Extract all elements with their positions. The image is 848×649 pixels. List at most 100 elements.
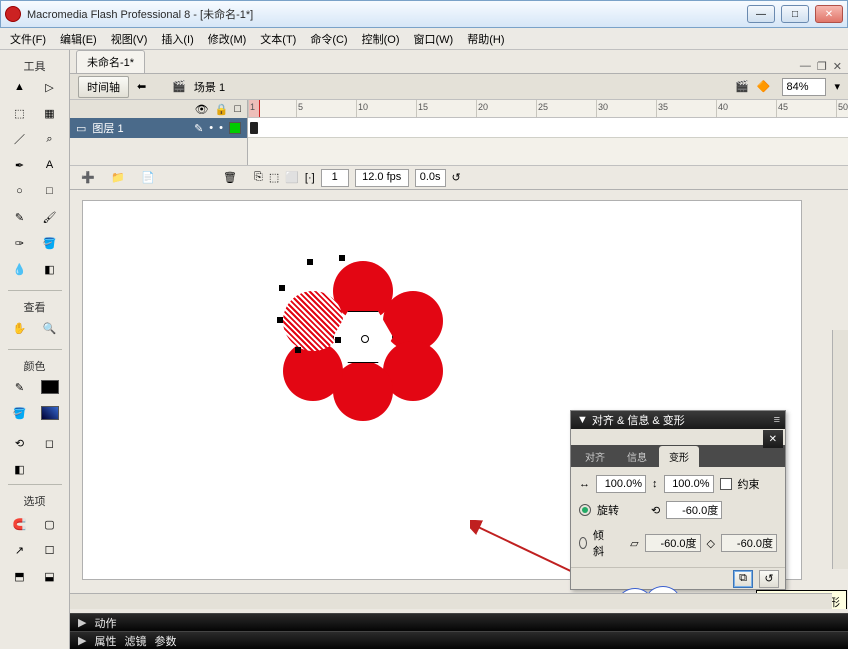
menu-modify[interactable]: 修改(M) [202, 29, 253, 49]
skew-radio[interactable] [579, 537, 587, 549]
rotate-input[interactable] [666, 501, 722, 519]
panel-titlebar[interactable]: ▼ 对齐 & 信息 & 变形 ≡ [571, 411, 785, 429]
text-tool[interactable]: A [38, 154, 62, 176]
opt-2[interactable]: ▢ [38, 513, 62, 535]
eraser-tool[interactable]: ◧ [38, 258, 62, 280]
keyframe-1[interactable] [250, 122, 258, 134]
pen-tool[interactable]: ✒ [8, 154, 32, 176]
lasso-tool[interactable]: ⌕ [38, 128, 62, 150]
default-colors[interactable]: ◧ [8, 458, 32, 480]
fill-swatch[interactable] [38, 402, 62, 424]
no-color[interactable]: ◻ [38, 432, 62, 454]
edit-scene-icon[interactable]: 🎬 [735, 80, 749, 93]
scale-height-input[interactable] [664, 475, 714, 493]
layer-header: 👁 🔒 □ [70, 100, 248, 118]
minimize-button[interactable]: — [747, 5, 775, 23]
zoom-input[interactable] [782, 78, 826, 96]
constrain-checkbox[interactable] [720, 478, 732, 490]
pencil-tool[interactable]: ✎ [8, 206, 32, 228]
bucket-tool[interactable]: 🪣 [38, 232, 62, 254]
flower-shape[interactable] [283, 261, 443, 421]
new-folder-icon[interactable]: 📁 [106, 167, 130, 189]
eyedropper-tool[interactable]: 💧 [8, 258, 32, 280]
brush-tool[interactable]: 🖌 [38, 206, 62, 228]
onion-outline-icon[interactable]: ⬜ [285, 171, 299, 184]
rect-tool[interactable]: □ [38, 180, 62, 202]
filters-label: 滤镜 [124, 633, 146, 649]
swap-colors[interactable]: ⟲ [8, 432, 32, 454]
reset-transform-button[interactable]: ↺ [759, 570, 779, 588]
transform-origin[interactable] [361, 335, 369, 343]
doc-close[interactable]: ✕ [833, 60, 842, 73]
properties-panel-header[interactable]: ▶ 属性 滤镜 参数 [70, 631, 848, 649]
edit-symbols-icon[interactable]: 🔶 [757, 80, 771, 93]
menu-commands[interactable]: 命令(C) [304, 29, 353, 49]
menu-window[interactable]: 窗口(W) [408, 29, 460, 49]
oval-tool[interactable]: ○ [8, 180, 32, 202]
bottom-panels: ▶ 动作 ▶ 属性 滤镜 参数 [70, 613, 848, 649]
zoom-dropdown-icon[interactable]: ▾ [834, 80, 840, 93]
new-layer-icon[interactable]: ➕ [76, 167, 100, 189]
line-tool[interactable]: ／ [8, 128, 32, 150]
scale-width-input[interactable] [596, 475, 646, 493]
loop-icon[interactable]: ↺ [452, 171, 461, 184]
stroke-color[interactable]: ✎ [8, 376, 32, 398]
maximize-button[interactable]: □ [781, 5, 809, 23]
opt-3[interactable]: ↗ [8, 539, 32, 561]
hand-tool[interactable]: ✋ [8, 317, 32, 339]
snap-option[interactable]: 🧲 [8, 513, 32, 535]
outline-icon[interactable]: □ [234, 103, 241, 115]
rotate-icon: ⟲ [651, 504, 660, 517]
free-transform-tool[interactable]: ⬚ [8, 102, 32, 124]
tab-info[interactable]: 信息 [617, 446, 657, 467]
delete-layer-icon[interactable]: 🗑 [218, 167, 242, 189]
eye-icon[interactable]: 👁 [195, 103, 209, 116]
copy-apply-transform-button[interactable]: ⧉ [733, 570, 753, 588]
stroke-swatch[interactable] [38, 376, 62, 398]
opt-6[interactable]: ⬓ [38, 565, 62, 587]
onion-skin-icon[interactable]: ⬚ [269, 171, 279, 184]
tab-transform[interactable]: 变形 [659, 446, 699, 467]
tools-panel: 工具 ▲ ▷ ⬚ ▦ ／ ⌕ ✒ A ○ □ ✎ 🖌 ✑ 🪣 💧 ◧ 查看 ✋ … [0, 50, 70, 649]
fps-display: 12.0 fps [355, 169, 409, 187]
panel-close-icon[interactable]: ✕ [763, 430, 783, 448]
menu-help[interactable]: 帮助(H) [461, 29, 510, 49]
frame-ruler[interactable]: 15101520253035404550556065 [248, 100, 848, 118]
collapse-icon[interactable]: ▼ [577, 414, 588, 426]
opt-5[interactable]: ⬒ [8, 565, 32, 587]
timeline-toggle[interactable]: 时间轴 [78, 76, 129, 98]
skew-v-input [721, 534, 777, 552]
fill-color[interactable]: 🪣 [8, 402, 32, 424]
layer-row[interactable]: ▭ 图层 1 ✎ • • [70, 118, 248, 138]
subselect-tool[interactable]: ▷ [38, 76, 62, 98]
doc-minimize[interactable]: — [800, 60, 811, 73]
gradient-tool[interactable]: ▦ [38, 102, 62, 124]
scene-label[interactable]: 场景 1 [194, 79, 225, 95]
tab-align[interactable]: 对齐 [575, 446, 615, 467]
edit-multi-icon[interactable]: [·] [305, 172, 315, 184]
lock-icon[interactable]: 🔒 [215, 103, 229, 116]
horizontal-scrollbar[interactable] [70, 593, 832, 609]
add-guide-icon[interactable]: 📄 [136, 167, 160, 189]
close-button[interactable]: ✕ [815, 5, 843, 23]
layer-track[interactable] [248, 118, 848, 138]
rotate-radio[interactable] [579, 504, 591, 516]
ink-tool[interactable]: ✑ [8, 232, 32, 254]
doc-restore[interactable]: ❐ [817, 60, 827, 73]
menu-control[interactable]: 控制(O) [356, 29, 406, 49]
selection-tool[interactable]: ▲ [8, 76, 32, 98]
menu-edit[interactable]: 编辑(E) [54, 29, 103, 49]
panel-menu-icon[interactable]: ≡ [774, 414, 779, 426]
center-frame-icon[interactable]: ⎘ [254, 171, 263, 184]
menu-view[interactable]: 视图(V) [105, 29, 154, 49]
menu-text[interactable]: 文本(T) [254, 29, 302, 49]
back-icon[interactable]: ⬅ [137, 80, 146, 93]
document-tab[interactable]: 未命名-1* [76, 50, 145, 73]
menu-file[interactable]: 文件(F) [4, 29, 52, 49]
opt-4[interactable]: ☐ [38, 539, 62, 561]
transform-panel[interactable]: ▼ 对齐 & 信息 & 变形 ≡ ✕ 对齐 信息 变形 ↔ ↕ 约束 [570, 410, 786, 590]
vertical-scrollbar[interactable] [832, 330, 848, 569]
actions-panel-header[interactable]: ▶ 动作 [70, 613, 848, 631]
menu-insert[interactable]: 插入(I) [155, 29, 199, 49]
zoom-tool[interactable]: 🔍 [38, 317, 62, 339]
